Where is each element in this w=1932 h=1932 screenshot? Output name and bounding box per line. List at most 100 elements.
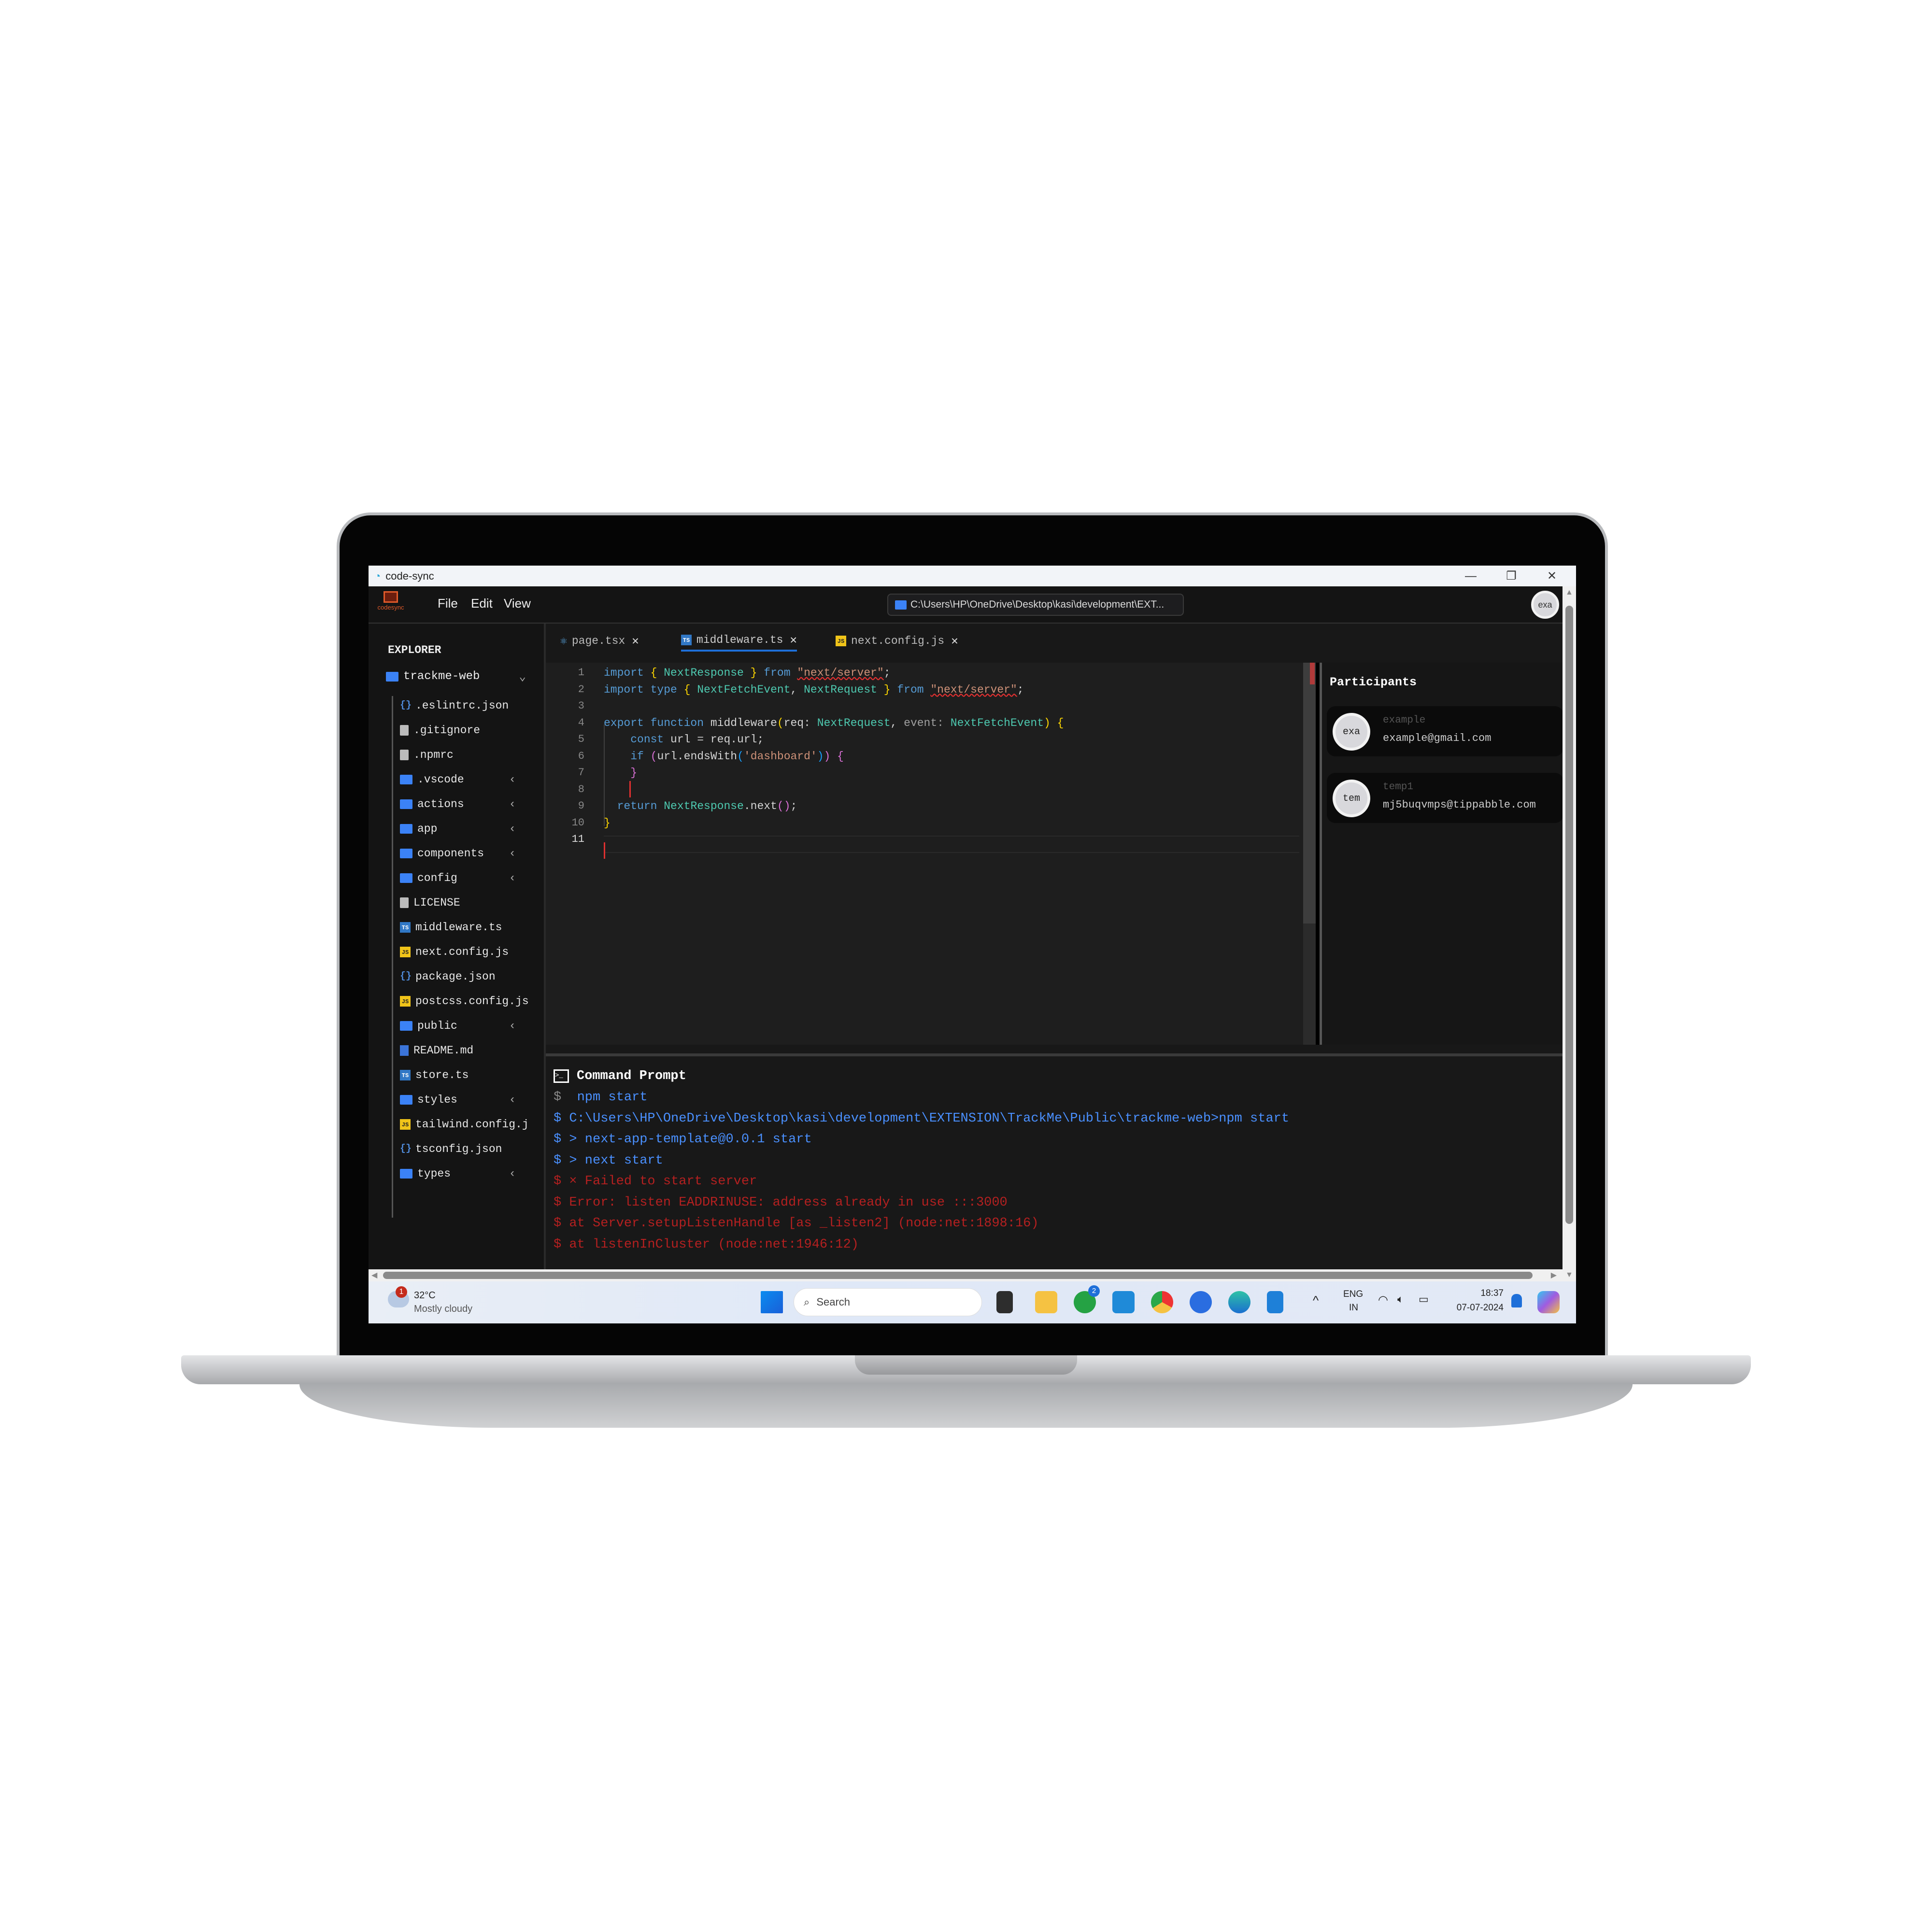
- code-token: ) {: [1044, 716, 1064, 729]
- editor-scrollbar[interactable]: [1303, 663, 1316, 1045]
- close-button[interactable]: ✕: [1532, 566, 1572, 586]
- notification-bell-icon[interactable]: [1511, 1294, 1522, 1307]
- app-header: codesync File Edit View C:\Users\HP\OneD…: [369, 586, 1563, 624]
- menu-edit[interactable]: Edit: [471, 596, 493, 611]
- md-file-icon: [400, 1045, 409, 1056]
- chevron-up-icon[interactable]: ^: [1313, 1293, 1319, 1308]
- terminal-line: $ at Server.setupListenHandle [as _liste…: [554, 1216, 1039, 1231]
- code-editor[interactable]: 1 import { NextResponse } from "next/serv…: [546, 663, 1316, 1045]
- explorer-item[interactable]: actions ‹: [400, 795, 540, 814]
- vscode-icon[interactable]: [1112, 1291, 1135, 1313]
- explorer-item[interactable]: JS postcss.config.js: [400, 992, 540, 1011]
- participant-card[interactable]: exa example example@gmail.com: [1327, 706, 1563, 756]
- code-token: ;: [883, 667, 891, 679]
- participant-email: example@gmail.com: [1383, 732, 1492, 744]
- explorer-item[interactable]: JS tailwind.config.j: [400, 1115, 540, 1134]
- explorer-item[interactable]: TS store.ts: [400, 1065, 540, 1085]
- explorer-item[interactable]: app ‹: [400, 819, 540, 838]
- explorer-item-label: actions: [417, 798, 464, 810]
- explorer-item[interactable]: .vscode ‹: [400, 770, 540, 789]
- terminal-line: $ C:\Users\HP\OneDrive\Desktop\kasi\deve…: [554, 1111, 1289, 1126]
- close-tab-icon[interactable]: ✕: [951, 634, 958, 648]
- code-token: {: [683, 683, 697, 696]
- explorer-item[interactable]: TS middleware.ts: [400, 918, 540, 937]
- region-indicator: IN: [1349, 1303, 1358, 1313]
- vertical-scrollbar[interactable]: ▲ ▼: [1563, 586, 1576, 1281]
- wifi-icon[interactable]: ◠: [1378, 1293, 1388, 1307]
- participant-card[interactable]: tem temp1 mj5buqvmps@tippabble.com: [1327, 773, 1563, 823]
- menu-view[interactable]: View: [504, 596, 531, 611]
- explorer-item[interactable]: README.md: [400, 1041, 540, 1060]
- line-number: 10: [571, 816, 584, 829]
- chevron-left-icon[interactable]: ‹: [509, 773, 516, 786]
- ts-icon: TS: [681, 635, 692, 645]
- taskbar-search[interactable]: ⌕ Search: [794, 1288, 982, 1316]
- explorer-item[interactable]: {} tsconfig.json: [400, 1139, 540, 1159]
- terminal-panel[interactable]: >_ Command Prompt $ npm start $ C:\Users\H…: [546, 1053, 1563, 1269]
- restore-button[interactable]: ❐: [1491, 566, 1532, 586]
- chevron-left-icon[interactable]: ‹: [509, 1094, 516, 1107]
- chevron-left-icon[interactable]: ‹: [509, 872, 516, 885]
- explorer-item[interactable]: {} package.json: [400, 967, 540, 986]
- chevron-left-icon[interactable]: ‹: [509, 847, 516, 860]
- panel-divider[interactable]: [1316, 663, 1322, 1045]
- explorer-item-label: package.json: [415, 970, 496, 983]
- explorer-item[interactable]: {} .eslintrc.json: [400, 696, 540, 715]
- project-path[interactable]: C:\Users\HP\OneDrive\Desktop\kasi\develo…: [887, 594, 1184, 616]
- close-tab-icon[interactable]: ✕: [632, 634, 639, 648]
- folder-file-icon: [400, 824, 412, 834]
- folder-file-icon: [400, 849, 412, 858]
- clock-date[interactable]: 07-07-2024: [1441, 1303, 1504, 1313]
- tab-middleware-ts[interactable]: TS middleware.ts ✕: [681, 630, 797, 652]
- explorer-item[interactable]: types ‹: [400, 1164, 540, 1183]
- explorer-item[interactable]: config ‹: [400, 868, 540, 888]
- explorer-item-label: LICENSE: [413, 896, 460, 909]
- prompt-symbol: $: [554, 1195, 569, 1210]
- line-number: 6: [578, 750, 584, 762]
- participant-avatar: tem: [1333, 780, 1370, 817]
- copilot-icon[interactable]: [1537, 1291, 1560, 1313]
- close-tab-icon[interactable]: ✕: [790, 633, 796, 647]
- chrome-icon[interactable]: [1151, 1291, 1173, 1313]
- firefox-icon[interactable]: [1190, 1291, 1212, 1313]
- explorer-item[interactable]: .npmrc: [400, 745, 540, 765]
- language-indicator[interactable]: ENG: [1343, 1289, 1363, 1300]
- tab-next-config-js[interactable]: JS next.config.js ✕: [836, 630, 958, 652]
- explorer-root-folder[interactable]: trackme-web ⌄: [386, 670, 536, 684]
- code-token: "next/server": [797, 667, 884, 679]
- explorer-item-label: public: [417, 1020, 457, 1032]
- user-avatar[interactable]: exa: [1531, 591, 1559, 619]
- tab-page-tsx[interactable]: ⚛ page.tsx ✕: [560, 630, 639, 652]
- folder-file-icon: [400, 1169, 412, 1179]
- chevron-left-icon[interactable]: ‹: [509, 1020, 516, 1033]
- horizontal-scrollbar[interactable]: ◀ ▶: [369, 1269, 1563, 1281]
- laptop-base-shadow: [299, 1384, 1633, 1428]
- code-token: NextFetchEvent: [697, 683, 791, 696]
- windows-start-icon[interactable]: [761, 1291, 783, 1313]
- clock-time[interactable]: 18:37: [1450, 1288, 1504, 1299]
- explorer-item[interactable]: public ‹: [400, 1016, 540, 1036]
- minimize-button[interactable]: —: [1450, 566, 1491, 586]
- explorer-item[interactable]: LICENSE: [400, 893, 540, 912]
- edge-icon[interactable]: [1228, 1291, 1250, 1313]
- code-token: middleware: [710, 716, 777, 729]
- prompt-symbol: $: [554, 1237, 569, 1252]
- code-token: NextResponse: [664, 667, 744, 679]
- code-token: ,: [890, 716, 904, 729]
- chevron-left-icon[interactable]: ‹: [509, 823, 516, 836]
- volume-icon[interactable]: 🔈︎: [1397, 1293, 1404, 1306]
- code-line: return NextResponse.next();: [604, 800, 797, 812]
- chevron-left-icon[interactable]: ‹: [509, 1167, 516, 1180]
- whatsapp-badge: 2: [1088, 1285, 1100, 1297]
- battery-icon[interactable]: ▭: [1419, 1293, 1429, 1306]
- remote-desktop-icon[interactable]: [1267, 1291, 1283, 1313]
- explorer-item[interactable]: JS next.config.js: [400, 942, 540, 962]
- search-label: Search: [816, 1296, 851, 1308]
- terminal-app-icon[interactable]: [996, 1291, 1013, 1313]
- chevron-left-icon[interactable]: ‹: [509, 798, 516, 811]
- explorer-item[interactable]: .gitignore: [400, 721, 540, 740]
- menu-file[interactable]: File: [438, 596, 458, 611]
- file-explorer-icon[interactable]: [1035, 1291, 1057, 1313]
- explorer-item[interactable]: components ‹: [400, 844, 540, 863]
- explorer-item[interactable]: styles ‹: [400, 1090, 540, 1109]
